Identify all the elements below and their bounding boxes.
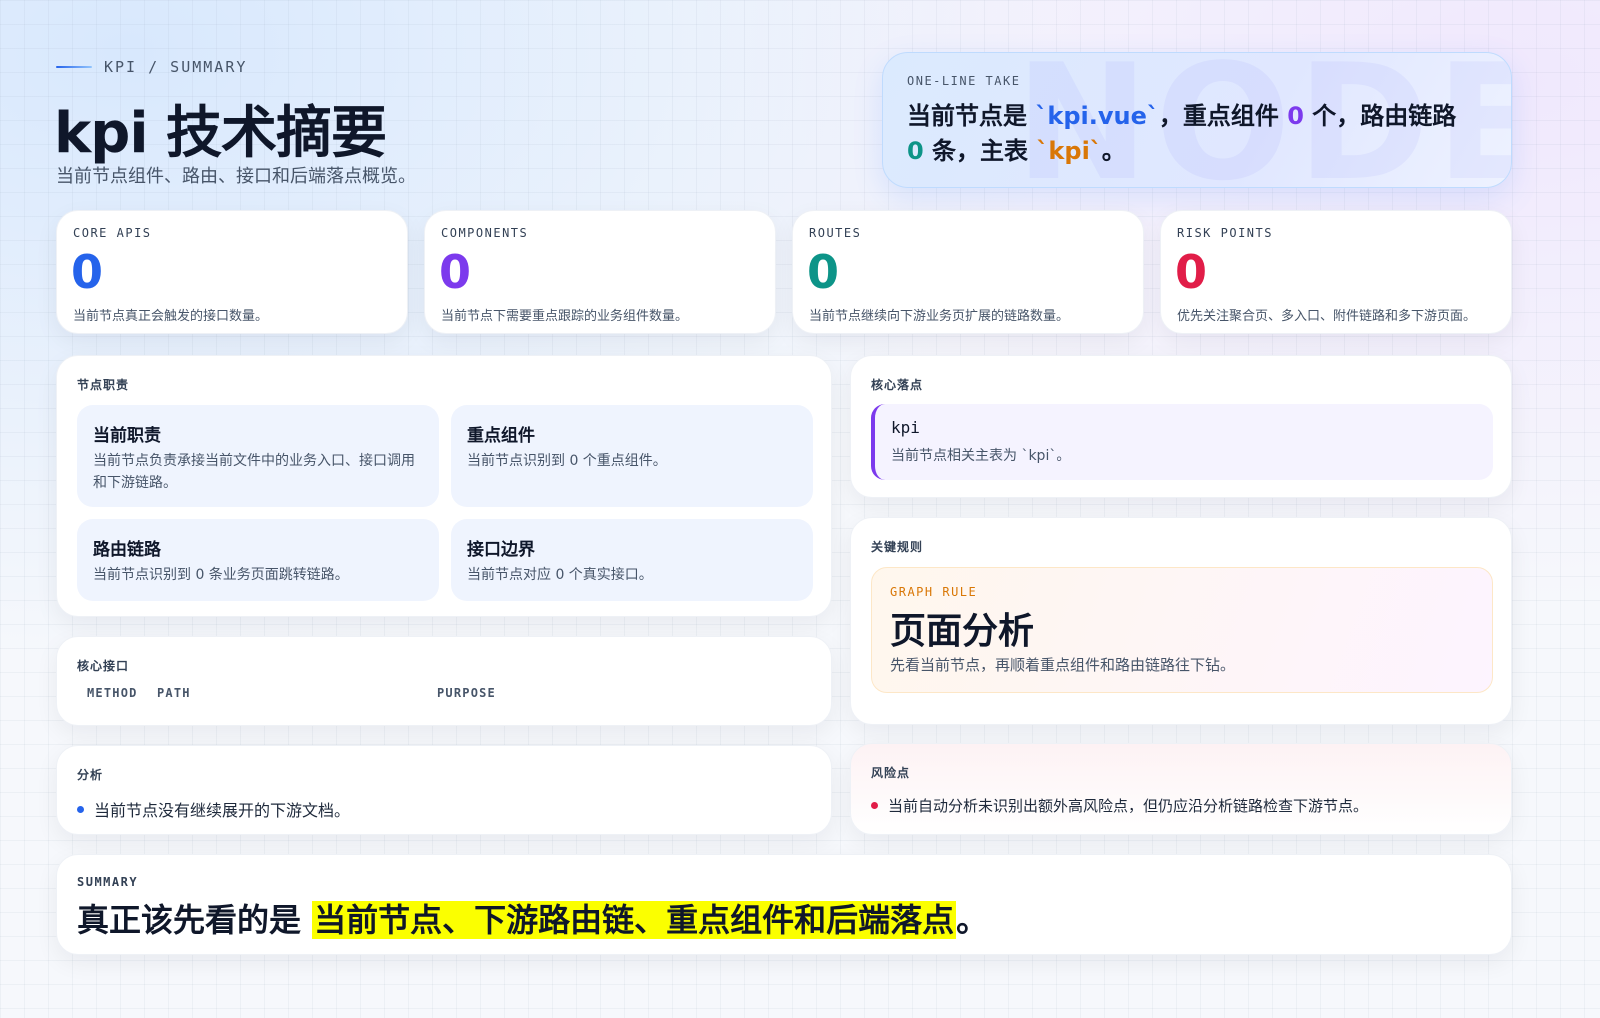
take-text: 当前节点是 `kpi.vue`，重点组件 0 个，路由链路 0 条，主表 `kp…	[907, 99, 1481, 169]
analysis-card: 分析 当前节点没有继续展开的下游文档。	[56, 745, 832, 835]
stat-desc: 优先关注聚合页、多入口、附件链路和多下游页面。	[1177, 309, 1477, 324]
duty-tile-routes: 路由链路 当前节点识别到 0 条业务页面跳转链路。	[77, 519, 439, 601]
column-header-method: METHOD	[87, 686, 138, 700]
summary-text: 真正该先看的是 当前节点、下游路由链、重点组件和后端落点。	[77, 895, 988, 941]
stat-card-core-apis: CORE APIS 0 当前节点真正会触发的接口数量。	[56, 210, 408, 334]
eyebrow: KPI / SUMMARY	[56, 58, 247, 76]
landing-box: kpi 当前节点相关主表为 `kpi`。	[871, 404, 1493, 480]
take-file: `kpi.vue`	[1035, 102, 1159, 130]
stat-label: ROUTES	[809, 226, 862, 240]
list-item-text: 当前节点没有继续展开的下游文档。	[94, 801, 351, 820]
tile-desc: 当前节点对应 0 个真实接口。	[467, 567, 653, 583]
core-apis-card: 核心接口 METHOD PATH PURPOSE	[56, 636, 832, 726]
stat-desc: 当前节点真正会触发的接口数量。	[73, 309, 269, 324]
rule-title: 页面分析	[890, 611, 1035, 652]
bullet-dot	[77, 805, 84, 813]
section-label: 核心落点	[871, 378, 924, 392]
stat-value: 0	[71, 245, 104, 299]
core-landing-card: 核心落点 kpi 当前节点相关主表为 `kpi`。	[850, 355, 1512, 498]
section-label: 分析	[77, 768, 104, 782]
eyebrow-line	[56, 66, 92, 68]
tile-title: 重点组件	[467, 426, 535, 446]
landing-table-name: kpi	[891, 418, 920, 437]
page-subtitle: 当前节点组件、路由、接口和后端落点概览。	[56, 166, 416, 187]
key-rules-card: 关键规则 GRAPH RULE 页面分析 先看当前节点，再顺着重点组件和路由链路…	[850, 517, 1512, 725]
bullet-dot	[871, 802, 878, 809]
section-label: 风险点	[871, 766, 911, 780]
page-title: kpi 技术摘要	[54, 101, 387, 166]
rule-tag: GRAPH RULE	[890, 585, 978, 599]
stat-card-risk-points: RISK POINTS 0 优先关注聚合页、多入口、附件链路和多下游页面。	[1160, 210, 1512, 334]
one-line-take-card: NODE ONE-LINE TAKE 当前节点是 `kpi.vue`，重点组件 …	[882, 52, 1512, 188]
list-item: 当前节点没有继续展开的下游文档。	[77, 797, 350, 821]
section-label: 关键规则	[871, 540, 924, 554]
column-header-purpose: PURPOSE	[437, 686, 496, 700]
tile-title: 当前职责	[93, 426, 161, 446]
tile-desc: 当前节点负责承接当前文件中的业务入口、接口调用和下游链路。	[93, 453, 415, 491]
section-label: 节点职责	[77, 378, 130, 392]
rule-box: GRAPH RULE 页面分析 先看当前节点，再顺着重点组件和路由链路往下钻。	[871, 567, 1493, 693]
stat-value: 0	[439, 245, 472, 299]
stat-value: 0	[1175, 245, 1208, 299]
stat-label: CORE APIS	[73, 226, 152, 240]
stat-desc: 当前节点继续向下游业务页扩展的链路数量。	[809, 309, 1070, 324]
take-text-part: ，重点组件	[1158, 102, 1288, 130]
tile-desc: 当前节点识别到 0 条业务页面跳转链路。	[93, 567, 349, 583]
take-text-part: 当前节点是	[907, 102, 1036, 130]
summary-card: SUMMARY 真正该先看的是 当前节点、下游路由链、重点组件和后端落点。	[56, 854, 1512, 955]
stat-label: COMPONENTS	[441, 226, 529, 240]
landing-desc: 当前节点相关主表为 `kpi`。	[891, 448, 1071, 464]
take-text-part: 。	[1101, 137, 1126, 165]
take-table: `kpi`	[1036, 137, 1102, 165]
summary-highlight: 当前节点、下游路由链、重点组件和后端落点	[312, 901, 957, 939]
tile-title: 路由链路	[93, 540, 161, 560]
column-header-path: PATH	[157, 686, 191, 700]
duty-tile-api-boundary: 接口边界 当前节点对应 0 个真实接口。	[451, 519, 813, 601]
tile-title: 接口边界	[467, 540, 535, 560]
take-routes-count: 0	[907, 137, 924, 165]
take-text-part: 条，主表	[923, 137, 1037, 165]
rule-desc: 先看当前节点，再顺着重点组件和路由链路往下钻。	[890, 656, 1236, 674]
list-item-text: 当前自动分析未识别出额外高风险点，但仍应沿分析链路检查下游节点。	[888, 797, 1369, 815]
stat-desc: 当前节点下需要重点跟踪的业务组件数量。	[441, 309, 689, 324]
tile-desc: 当前节点识别到 0 个重点组件。	[467, 453, 667, 469]
stat-value: 0	[807, 245, 840, 299]
risk-points-card: 风险点 当前自动分析未识别出额外高风险点，但仍应沿分析链路检查下游节点。	[850, 743, 1512, 835]
summary-lead: 真正该先看的是	[77, 901, 313, 939]
take-label: ONE-LINE TAKE	[907, 74, 1021, 88]
take-components-count: 0	[1287, 102, 1304, 130]
list-item: 当前自动分析未识别出额外高风险点，但仍应沿分析链路检查下游节点。	[871, 795, 1368, 816]
node-duties-card: 节点职责 当前职责 当前节点负责承接当前文件中的业务入口、接口调用和下游链路。 …	[56, 355, 832, 617]
stat-card-components: COMPONENTS 0 当前节点下需要重点跟踪的业务组件数量。	[424, 210, 776, 334]
section-label: 核心接口	[77, 659, 130, 673]
summary-end: 。	[956, 901, 989, 939]
take-text-part: 个，路由链路	[1303, 102, 1457, 130]
stat-card-routes: ROUTES 0 当前节点继续向下游业务页扩展的链路数量。	[792, 210, 1144, 334]
stat-label: RISK POINTS	[1177, 226, 1273, 240]
summary-label: SUMMARY	[77, 875, 139, 889]
duty-tile-components: 重点组件 当前节点识别到 0 个重点组件。	[451, 405, 813, 507]
eyebrow-text: KPI / SUMMARY	[104, 58, 248, 76]
duty-tile-current: 当前职责 当前节点负责承接当前文件中的业务入口、接口调用和下游链路。	[77, 405, 439, 507]
